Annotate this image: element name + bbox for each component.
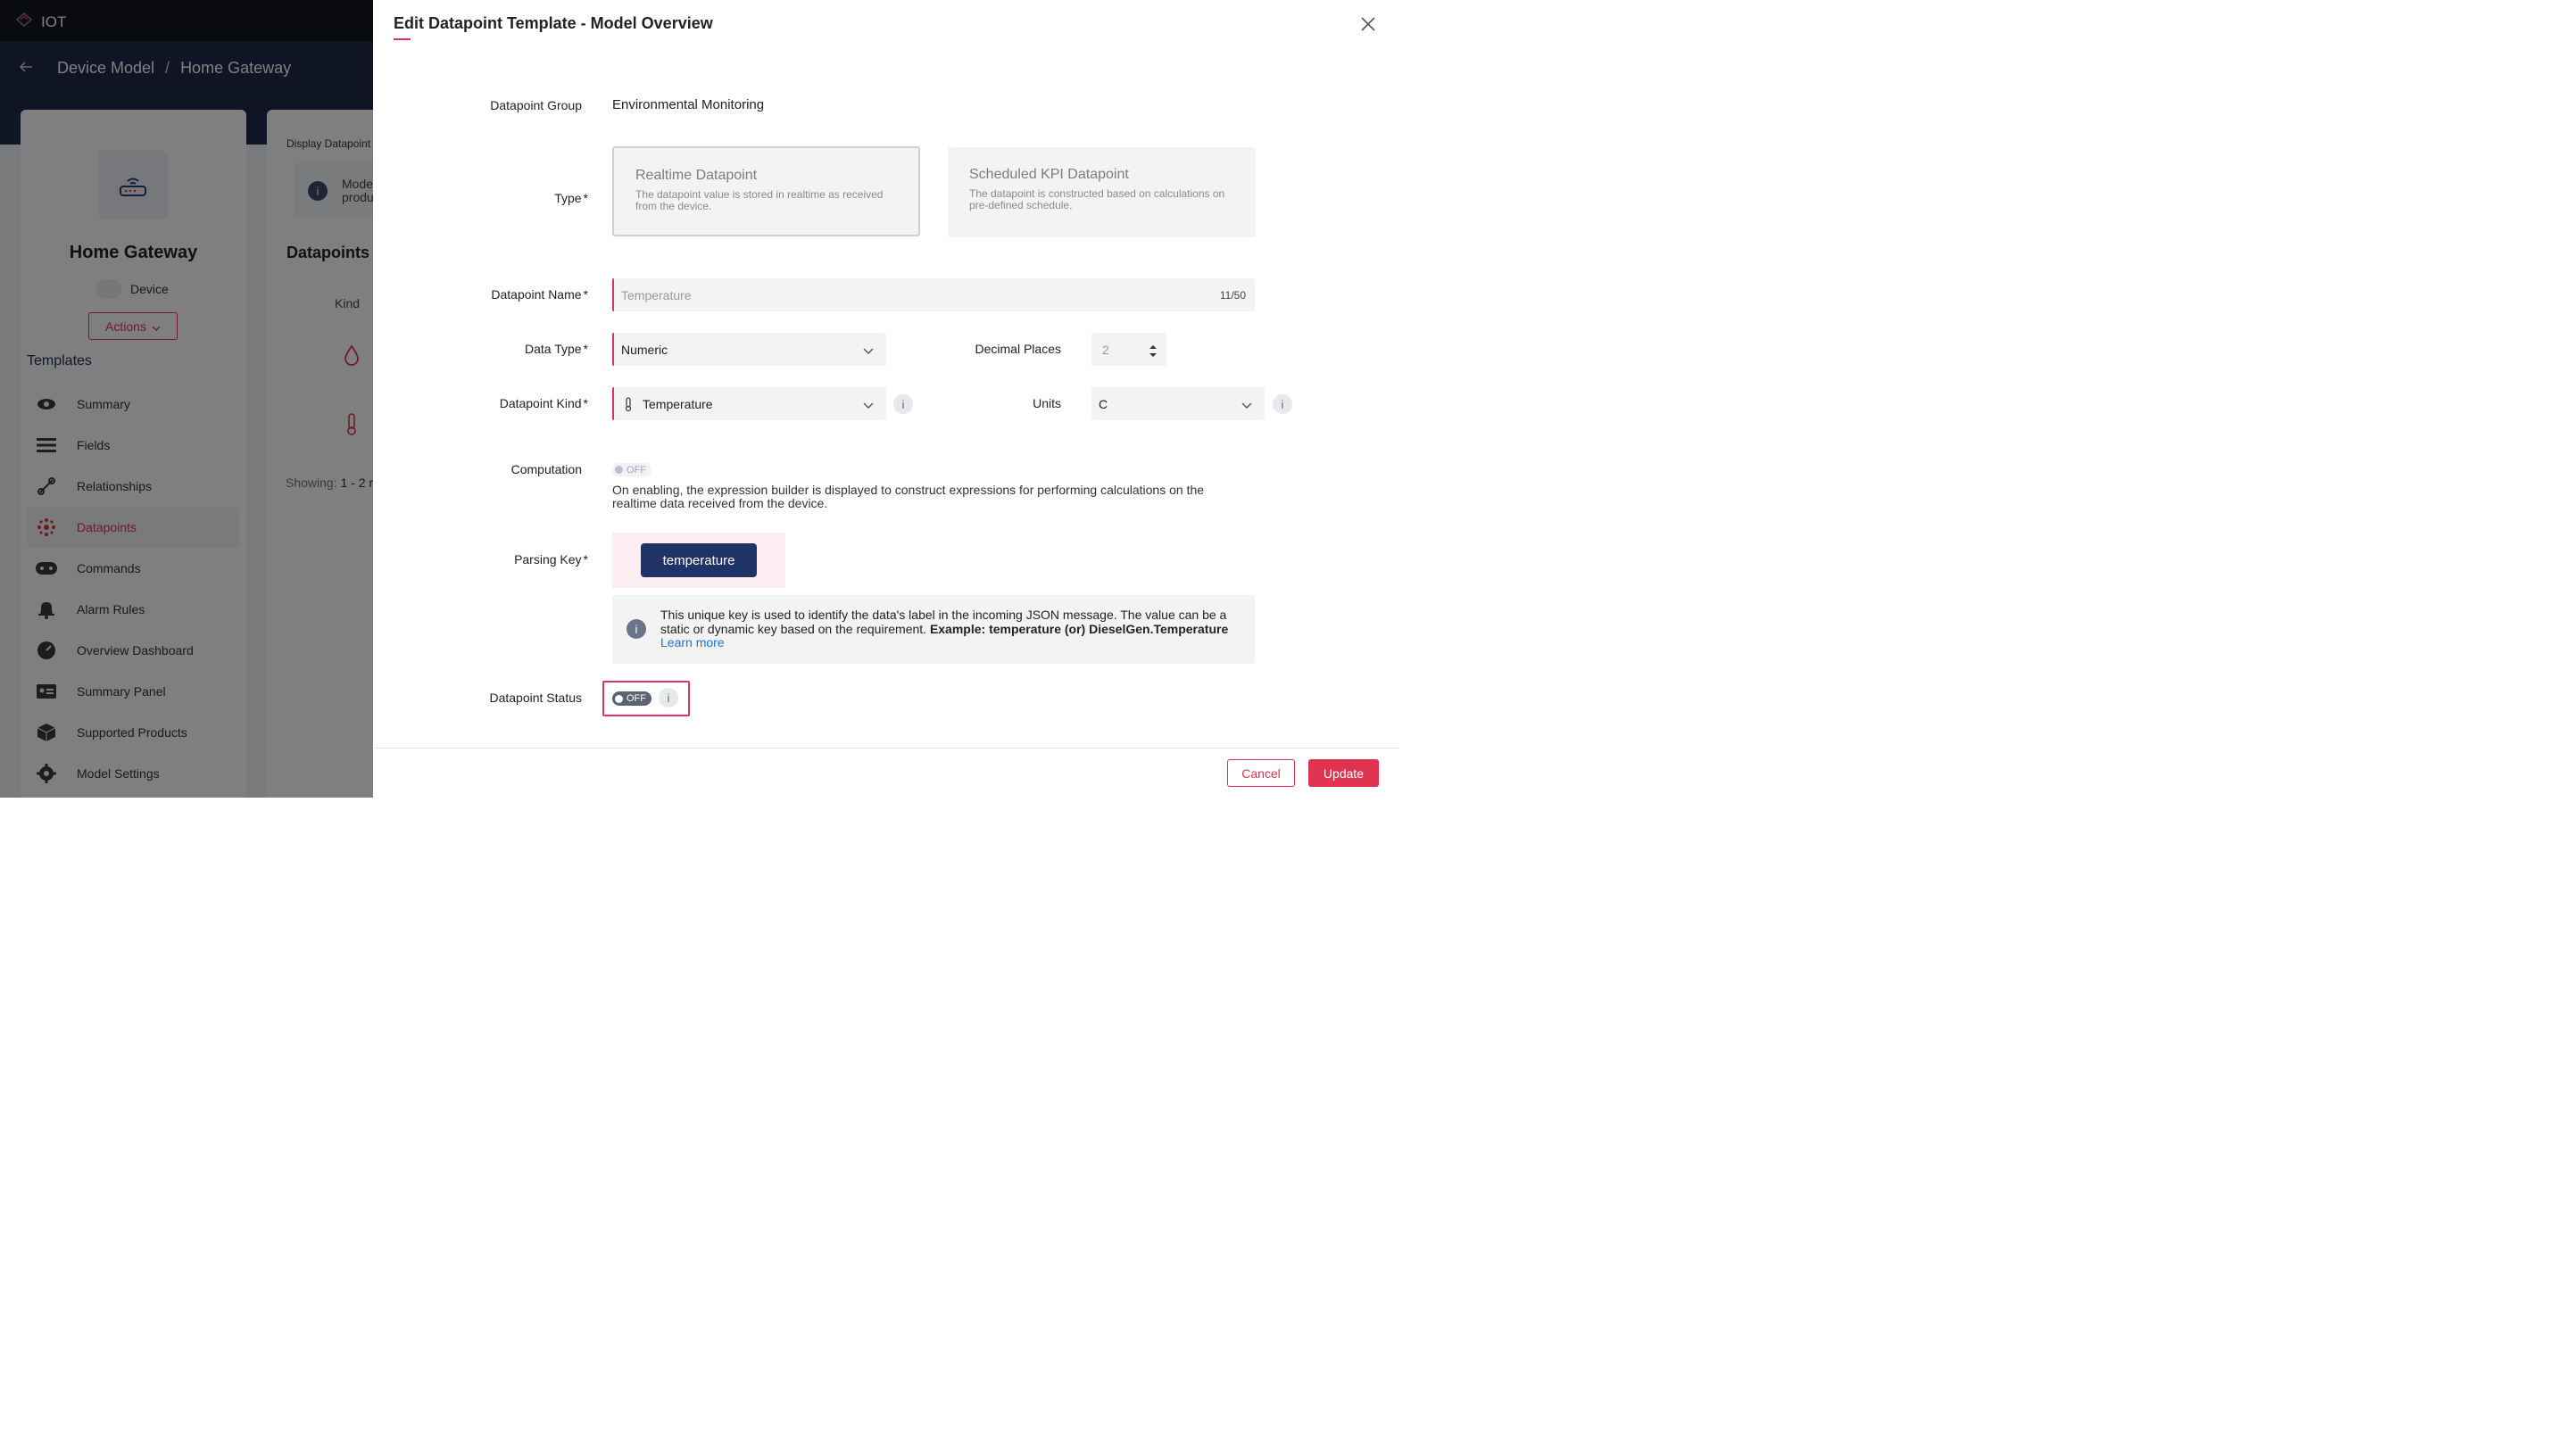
required-mark: *	[583, 287, 588, 302]
data-type-value: Numeric	[621, 342, 668, 357]
datapoint-group-value: Environmental Monitoring	[612, 97, 765, 112]
type-option-scheduled-kpi[interactable]: Scheduled KPI Datapoint The datapoint is…	[948, 147, 1256, 237]
stepper-down-icon[interactable]	[1149, 346, 1158, 360]
chevron-down-icon	[1241, 397, 1252, 411]
update-button[interactable]: Update	[1308, 759, 1379, 787]
computation-toggle[interactable]: OFF	[612, 463, 651, 476]
data-type-select[interactable]: Numeric	[612, 333, 886, 366]
label-text: Datapoint Group	[490, 98, 582, 112]
datapoint-kind-select[interactable]: Temperature	[612, 387, 886, 420]
datapoint-name-input[interactable]: Temperature 11/50	[612, 278, 1255, 311]
datapoint-status-toggle[interactable]: OFF	[612, 691, 651, 706]
edit-datapoint-modal: Edit Datapoint Template - Model Overview…	[373, 0, 1399, 798]
type-option-description: pre-defined schedule.	[969, 199, 1073, 211]
type-option-title: Realtime Datapoint	[635, 168, 758, 183]
parsing-key-label: Parsing Key *	[471, 552, 588, 567]
title-underline	[394, 38, 411, 40]
help-line: static or dynamic key based on the requi…	[660, 621, 1241, 637]
character-counter: 11/50	[1219, 288, 1246, 302]
label-text: Parsing Key	[514, 552, 582, 567]
decimal-places-value: 2	[1102, 342, 1109, 357]
datapoint-group-label: Datapoint Group	[471, 98, 582, 112]
computation-description: On enabling, the expression builder is d…	[612, 484, 1237, 510]
parsing-key-chip[interactable]: temperature	[641, 543, 757, 577]
decimal-places-label: Decimal Places	[935, 342, 1061, 356]
label-text: Type	[554, 191, 582, 205]
datapoint-kind-info-icon[interactable]: i	[893, 394, 913, 414]
label-text: Decimal Places	[975, 342, 1061, 356]
datapoint-kind-label: Datapoint Kind *	[471, 396, 588, 410]
toggle-state: OFF	[627, 464, 646, 476]
label-text: Datapoint Kind	[499, 396, 582, 410]
description-line: On enabling, the expression builder is d…	[612, 483, 1205, 497]
datapoint-name-label: Datapoint Name *	[471, 287, 588, 302]
cancel-button[interactable]: Cancel	[1227, 759, 1295, 787]
data-type-label: Data Type *	[471, 342, 588, 356]
label-text: Computation	[510, 462, 582, 476]
help-text-prefix: static or dynamic key based on the requi…	[660, 621, 927, 636]
parsing-key-help-text: This unique key is used to identify the …	[660, 608, 1241, 650]
footer-divider	[373, 748, 1399, 749]
datapoint-status-label: Datapoint Status	[471, 691, 582, 705]
toggle-state: OFF	[627, 693, 646, 704]
toggle-knob	[615, 466, 623, 474]
info-icon: i	[627, 619, 646, 639]
help-example: Example: temperature (or) DieselGen.Temp…	[929, 621, 1229, 636]
type-option-title: Scheduled KPI Datapoint	[969, 167, 1129, 182]
datapoint-status-info-icon[interactable]: i	[659, 688, 678, 707]
required-mark: *	[583, 552, 588, 567]
required-mark: *	[583, 396, 588, 410]
label-text: Datapoint Status	[489, 691, 582, 705]
decimal-places-stepper[interactable]: 2	[1091, 333, 1166, 366]
modal-title: Edit Datapoint Template - Model Overview	[394, 14, 713, 32]
description-line: realtime data received from the device.	[612, 496, 828, 510]
required-mark: *	[583, 191, 588, 205]
datapoint-kind-value: Temperature	[643, 396, 713, 411]
help-line: This unique key is used to identify the …	[660, 608, 1227, 622]
chevron-down-icon	[863, 343, 874, 357]
toggle-knob	[615, 694, 623, 703]
chevron-down-icon	[863, 397, 874, 411]
units-info-icon[interactable]: i	[1273, 394, 1292, 414]
type-option-realtime[interactable]: Realtime Datapoint The datapoint value i…	[612, 146, 920, 236]
thermometer-icon	[625, 396, 632, 411]
units-value: C	[1099, 396, 1108, 411]
label-text: Data Type	[524, 342, 582, 356]
label-text: Datapoint Name	[491, 287, 582, 302]
type-label: Type *	[471, 191, 588, 205]
required-mark: *	[583, 342, 588, 356]
type-option-description: from the device.	[635, 200, 712, 212]
units-label: Units	[935, 396, 1061, 410]
learn-more-link[interactable]: Learn more	[660, 635, 725, 649]
computation-label: Computation	[471, 462, 582, 476]
units-select[interactable]: C	[1091, 387, 1265, 420]
label-text: Units	[1033, 396, 1061, 410]
datapoint-name-placeholder: Temperature	[621, 287, 692, 302]
close-icon[interactable]	[1357, 12, 1380, 36]
